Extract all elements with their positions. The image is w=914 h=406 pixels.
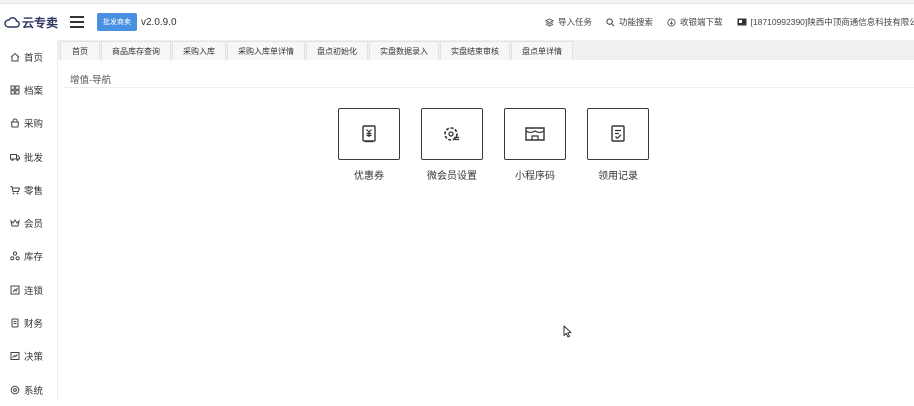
mouse-cursor-icon [563,325,572,338]
sidebar-item-finance[interactable]: 财务 [0,306,57,339]
menu-toggle-icon[interactable] [70,16,84,28]
top-header: 云专卖 批发商卖 v2.0.9.0 导入任务 功能搜索 收银端下载 [18710… [0,4,914,40]
mini-program-icon [525,127,545,141]
sidebar-item-label: 零售 [24,185,44,197]
tab-home[interactable]: 首页 [60,41,100,60]
tab-stocktake-init[interactable]: 盘点初始化 [306,41,368,60]
tile-coupon[interactable]: 优惠券 [338,108,400,182]
import-task-label: 导入任务 [558,17,593,27]
coupon-icon [362,125,376,143]
tile-label: 小程序码 [515,171,555,182]
inventory-icon [10,251,20,261]
import-task-link[interactable]: 导入任务 [545,16,592,28]
sidebar-item-label: 系统 [24,385,44,397]
brand-name: 云专卖 [22,15,59,30]
function-search-label: 功能搜索 [619,17,654,27]
cashier-download-link[interactable]: 收银端下载 [667,16,723,28]
finance-icon [11,318,19,328]
tile-claim-records-box[interactable] [587,108,649,160]
user-account[interactable]: [18710992390]陕西中顶商通信息科技有限公 [737,16,914,28]
sidebar-item-label: 采购 [24,119,44,131]
tab-stocktake-detail[interactable]: 盘点单详情 [511,41,573,60]
search-icon [606,17,615,26]
sidebar-item-retail[interactable]: 零售 [0,173,57,206]
tile-label: 优惠券 [354,171,384,182]
sidebar-item-label: 决策 [24,352,44,364]
wholesale-icon [10,153,20,161]
page-tab-bar: 首页 商品库存查询 采购入库 采购入库单详情 盘点初始化 实盘数据录入 实盘结束… [58,40,914,60]
sidebar-item-chain[interactable]: 连锁 [0,273,57,306]
tile-label: 微会员设置 [427,171,477,182]
download-icon [667,17,676,27]
sidebar-item-label: 连锁 [24,285,44,297]
sidebar-item-system[interactable]: 系统 [0,373,57,406]
member-settings-icon [444,127,459,141]
feature-tiles: 优惠券 微会员设置 小程序码 领用记录 [338,108,670,182]
tile-mini-program-code[interactable]: 小程序码 [504,108,566,182]
function-search-link[interactable]: 功能搜索 [606,16,653,28]
decision-icon [10,352,20,361]
user-account-label: [18710992390]陕西中顶商通信息科技有限公 [750,17,914,27]
member-icon [10,219,20,227]
sidebar-item-inventory[interactable]: 库存 [0,240,57,273]
sidebar-item-label: 会员 [24,219,44,231]
app-logo[interactable]: 云专卖 [4,14,62,31]
sidebar-item-label: 批发 [24,152,44,164]
tile-member-settings-box[interactable] [421,108,483,160]
sidebar-item-wholesale[interactable]: 批发 [0,140,57,173]
tab-stocktake-audit[interactable]: 实盘结束审核 [440,41,510,60]
sidebar-item-label: 库存 [24,252,44,264]
retail-cart-icon [10,185,20,195]
sidebar-item-label: 财务 [24,319,44,331]
breadcrumb-divider [64,87,914,88]
tab-product-stock-query[interactable]: 商品库存查询 [101,41,171,60]
sidebar-item-home[interactable]: 首页 [0,40,57,73]
app-version: v2.0.9.0 [141,16,177,28]
import-task-icon [545,17,554,27]
chain-icon [10,285,20,295]
home-icon [10,52,20,62]
purchase-icon [10,118,20,128]
sidebar-item-archive[interactable]: 档案 [0,73,57,106]
tile-member-settings[interactable]: 微会员设置 [421,108,483,182]
tile-label: 领用记录 [598,171,638,182]
record-icon [611,125,625,142]
sidebar-item-member[interactable]: 会员 [0,206,57,239]
tab-stocktake-entry[interactable]: 实盘数据录入 [369,41,439,60]
archive-icon [10,85,20,95]
sidebar-item-label: 首页 [24,52,44,64]
cloud-logo-icon [4,17,20,28]
tile-coupon-box[interactable] [338,108,400,160]
breadcrumb: 增值-导航 [70,75,112,86]
cashier-download-label: 收银端下载 [680,17,723,27]
sidebar-item-decision[interactable]: 决策 [0,340,57,373]
tab-purchase-inbound-detail[interactable]: 采购入库单详情 [227,41,305,60]
edition-badge: 批发商卖 [97,13,137,31]
sidebar-item-label: 档案 [24,85,44,97]
user-card-icon [737,18,747,26]
system-icon [10,385,20,394]
sidebar-item-purchase[interactable]: 采购 [0,107,57,140]
tile-mini-program-code-box[interactable] [504,108,566,160]
sidebar-nav: 首页 档案 采购 批发 零售 会员 库存 连锁 财务 决策 系统 [0,40,58,400]
tab-purchase-inbound[interactable]: 采购入库 [172,41,226,60]
tile-claim-records[interactable]: 领用记录 [587,108,649,182]
header-actions: 导入任务 功能搜索 收银端下载 [18710992390]陕西中顶商通信息科技有… [545,4,914,40]
